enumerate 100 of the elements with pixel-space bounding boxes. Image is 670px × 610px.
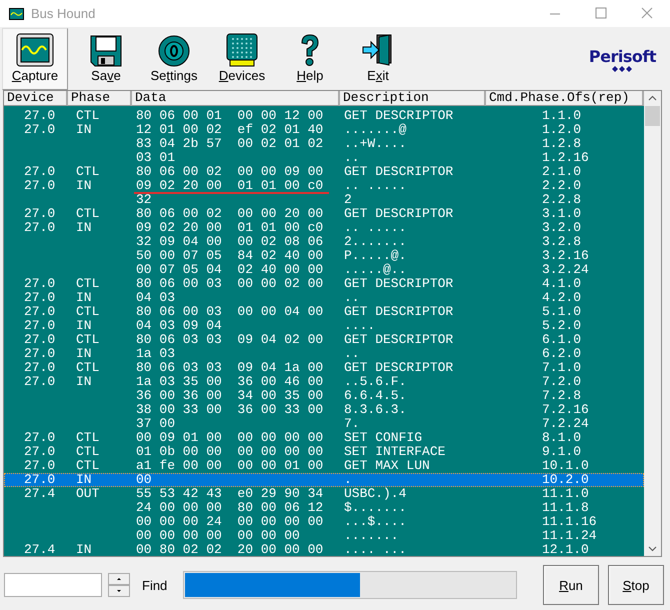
table-row[interactable]: 36 00 36 00 34 00 35 00 6.6.4.5. 7.2.8 [4, 389, 644, 403]
table-cell-text: CTL [75, 459, 100, 473]
table-row[interactable]: 24 00 00 00 80 00 06 12 $....... 11.1.8 [4, 501, 644, 515]
column-header[interactable]: Cmd.Phase.Ofs(rep) [486, 91, 644, 106]
table-cell-text: 10.1.0 [541, 459, 589, 473]
toolbar-button[interactable]: Settings [140, 28, 208, 90]
toolbar-button[interactable]: Save [72, 28, 140, 90]
action-button[interactable]: Run [543, 565, 599, 605]
toolbar-button[interactable]: Exit [344, 28, 412, 90]
table-row[interactable]: 27.0 CTL 00 09 01 00 00 00 00 00 SET CONFIG 8.1.0 [4, 431, 644, 445]
table-cell-text: IN [75, 375, 92, 389]
table-cell-text: 27.0 [23, 361, 56, 375]
toolbar-button[interactable]: Capture [2, 28, 68, 90]
table-cell-text: GET DESCRIPTOR [343, 361, 454, 375]
table-cell-text: USBC.).4 [343, 487, 406, 501]
table-row[interactable]: 27.0 CTL 80 06 00 02 00 00 20 00 GET DESCRIPTOR 3.1.0 [4, 207, 644, 221]
table-row[interactable]: 32 2 2.2.8 [4, 193, 644, 207]
table-row[interactable]: 27.0 IN 04 03 09 04 .... 5.2.0 [4, 319, 644, 333]
table-row[interactable]: 27.0 CTL 80 06 00 03 00 00 04 00 GET DESCRIPTOR 5.1.0 [4, 305, 644, 319]
table-row[interactable]: 27.4 IN 00 80 02 02 20 00 00 00 .... ... 12.1.0 [4, 543, 644, 557]
table-row[interactable]: 32 09 04 00 00 02 08 06 2....... 3.2.8 [4, 235, 644, 249]
table-cell-text: GET DESCRIPTOR [343, 277, 454, 291]
table-cell-text: 1.2.8 [541, 137, 582, 151]
column-header[interactable]: Data [132, 91, 340, 106]
table-cell-text: 5.1.0 [541, 305, 582, 319]
table-cell-text: 3.1.0 [541, 207, 582, 221]
table-cell-text: 7.1.0 [541, 361, 582, 375]
table-cell-text: 11.1.0 [541, 487, 589, 501]
table-row[interactable]: 27.0 IN 04 03 .. 4.2.0 [4, 291, 644, 305]
table-cell-text: IN [75, 179, 92, 193]
toolbar-button[interactable]: Help [276, 28, 344, 90]
find-field[interactable] [4, 573, 102, 597]
table-cell-text: 27.0 [23, 431, 56, 445]
table-cell-text: 27.0 [23, 473, 56, 487]
column-header[interactable]: Phase [68, 91, 132, 106]
table-row[interactable]: 00 00 00 00 00 00 00 ....... 11.1.24 [4, 529, 644, 543]
table-cell-text: IN [75, 291, 92, 305]
table-row[interactable]: 37 00 7. 7.2.24 [4, 417, 644, 431]
table-row[interactable]: 00 07 05 04 02 40 00 00 .....@.. 3.2.24 [4, 263, 644, 277]
table-row[interactable]: 27.0 CTL 80 06 00 03 00 00 02 00 GET DESCRIPTOR 4.1.0 [4, 277, 644, 291]
table-cell-text: IN [75, 123, 92, 137]
table-cell-text: 00 07 05 04 02 40 00 00 [135, 263, 324, 277]
table-row[interactable]: 27.0 CTL 80 06 00 01 00 00 12 00 GET DESCRIPTOR 1.1.0 [4, 109, 644, 123]
table-cell-text: a1 fe 00 00 00 00 01 00 [135, 459, 324, 473]
table-cell-text: 80 06 00 02 00 00 09 00 [135, 165, 324, 179]
table-row[interactable]: 27.4 OUT 55 53 42 43 e0 29 90 34 USBC.).4 11.1.0 [4, 487, 644, 501]
table-row[interactable]: 27.0 CTL a1 fe 00 00 00 00 01 00 GET MAX LUN 10.1.0 [4, 459, 644, 473]
table-cell-text: CTL [75, 207, 100, 221]
table-cell-text: 3.2.24 [541, 263, 589, 277]
table-cell-text: SET INTERFACE [343, 445, 446, 459]
table-row[interactable]: 27.0 CTL 01 0b 00 00 00 00 00 00 SET INTERFACE 9.1.0 [4, 445, 644, 459]
table-cell-text: IN [75, 221, 92, 235]
table-row[interactable]: 03 01 .. 1.2.16 [4, 151, 644, 165]
table-cell-text: 6.6.4.5. [343, 389, 406, 403]
table-row[interactable]: 27.0 IN 09 02 20 00 01 01 00 c0 .. ..... 2.2.0 [4, 179, 644, 193]
table-cell-text: 1.1.0 [541, 109, 582, 123]
toolbar-button[interactable]: Devices [208, 28, 276, 90]
table-row[interactable]: 27.0 IN 12 01 00 02 ef 02 01 40 .......@ 1.2.0 [4, 123, 644, 137]
table-cell-text: .......@ [343, 123, 406, 137]
table-row[interactable]: 00 00 00 24 00 00 00 00 ...$.... 11.1.16 [4, 515, 644, 529]
table-row[interactable]: 27.0 IN 00 . 10.2.0 [4, 473, 644, 487]
table-cell-text: .. [343, 291, 360, 305]
table-cell-text: 00 00 00 00 00 00 00 [135, 529, 300, 543]
table-cell-text: 4.2.0 [541, 291, 582, 305]
table-cell-text: 80 06 00 03 00 00 02 00 [135, 277, 324, 291]
table-cell-text: IN [75, 347, 92, 361]
table-row[interactable]: 27.0 IN 09 02 20 00 01 01 00 c0 .. ..... 3.2.0 [4, 221, 644, 235]
scrollbar-thumb[interactable] [645, 106, 660, 126]
table-row[interactable]: 27.0 IN 1a 03 35 00 36 00 46 00 ..5.6.F. 7.2.0 [4, 375, 644, 389]
table-cell-text: 2....... [343, 235, 406, 249]
table-cell-text: 8.3.6.3. [343, 403, 406, 417]
table-cell-text: 3.2.16 [541, 249, 589, 263]
table-cell-text: 27.0 [23, 179, 56, 193]
diamonds-icon [612, 66, 632, 72]
table-cell-text: 04 03 09 04 [135, 319, 222, 333]
table-cell-text: 80 06 00 02 00 00 20 00 [135, 207, 324, 221]
table-cell-text: .. [343, 151, 360, 165]
column-header[interactable]: Device [4, 91, 68, 106]
action-button[interactable]: Stop [608, 565, 664, 605]
table-row[interactable]: 50 00 07 05 84 02 40 00 P.....@. 3.2.16 [4, 249, 644, 263]
table-cell-text: 50 00 07 05 84 02 40 00 [135, 249, 324, 263]
table-row[interactable]: 38 00 33 00 36 00 33 00 8.3.6.3. 7.2.16 [4, 403, 644, 417]
table-cell: 09 02 20 00 01 01 00 c0 [134, 179, 324, 193]
column-header[interactable]: Description [340, 91, 486, 106]
table-cell-text: .. ..... [343, 179, 406, 193]
spin-buttons-icon[interactable] [108, 573, 130, 597]
table-cell-text: ..+W.... [343, 137, 406, 151]
table-cell-text: 27.0 [23, 375, 56, 389]
table-cell-text: P.....@. [343, 249, 406, 263]
table-cell-text: $....... [343, 501, 406, 515]
table-cell-text: CTL [75, 431, 100, 445]
table-row[interactable]: 27.0 CTL 80 06 03 03 09 04 02 00 GET DESCRIPTOR 6.1.0 [4, 333, 644, 347]
table-cell-text: 80 06 03 03 09 04 02 00 [135, 333, 324, 347]
table-row[interactable]: 83 04 2b 57 00 02 01 02 ..+W.... 1.2.8 [4, 137, 644, 151]
table-cell-text: 27.4 [23, 487, 56, 501]
table-row[interactable]: 27.0 IN 1a 03 .. 6.2.0 [4, 347, 644, 361]
table-cell-text: 3.2.8 [541, 235, 582, 249]
table-row[interactable]: 27.0 CTL 80 06 00 02 00 00 09 00 GET DESCRIPTOR 2.1.0 [4, 165, 644, 179]
table-cell-text: .. ..... [343, 221, 406, 235]
table-row[interactable]: 27.0 CTL 80 06 03 03 09 04 1a 00 GET DESCRIPTOR 7.1.0 [4, 361, 644, 375]
